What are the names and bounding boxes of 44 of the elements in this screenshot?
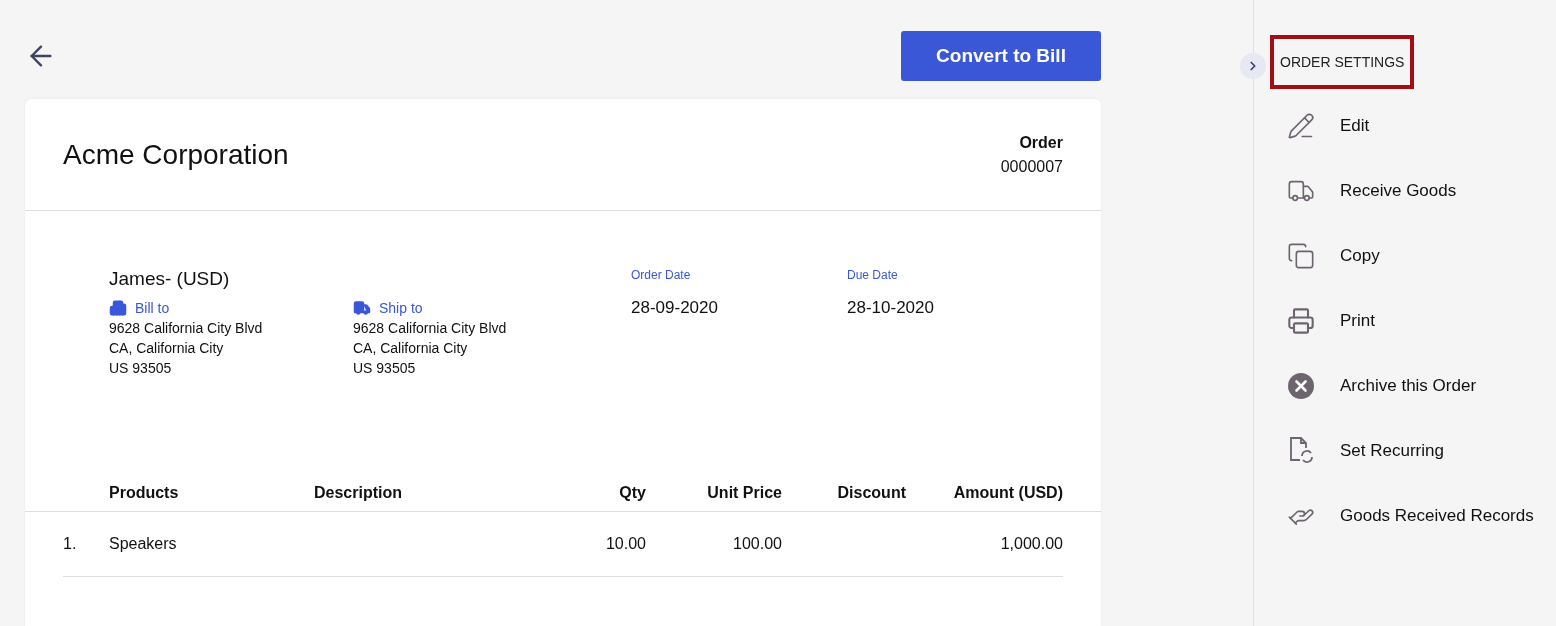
table-cell-text: 10.00 [604,535,646,553]
column-header: Discount [836,484,906,502]
menu-item[interactable]: Receive Goods [1270,158,1556,223]
customer-name: James- (USD) [109,268,231,290]
company-name: Acme Corporation [63,138,289,171]
truck-icon [353,299,371,317]
column-header: Description [314,484,403,502]
pencil-icon [1287,111,1315,140]
address-line: US 93505 [109,359,173,378]
document-type: Order [1019,133,1063,152]
address-label: Bill to [135,299,170,318]
address-line: US 93505 [353,359,417,378]
column-header: Products [109,484,180,502]
row-number: 1. [63,535,78,553]
address-label: Ship to [379,299,423,318]
menu-item[interactable]: Archive this Order [1270,353,1556,418]
address-line: CA, California City [353,339,469,358]
date-value: 28-09-2020 [631,298,719,318]
table-cell-text: Speakers [109,535,178,553]
table-cell-text: 1,000.00 [999,535,1063,553]
printer-icon [1287,306,1315,335]
date-label: Due Date [847,268,899,282]
address-line: 9628 California City Blvd [109,319,264,338]
column-header: Qty [618,484,646,502]
column-header: Amount (USD) [952,484,1063,502]
date-value: 28-10-2020 [847,298,935,318]
menu-item[interactable]: Copy [1270,223,1556,288]
building-icon [109,299,127,317]
table-cell-text: 100.00 [732,535,782,553]
column-header: Unit Price [706,484,782,502]
order-number: 0000007 [1000,157,1063,176]
menu-item[interactable]: Edit [1270,93,1556,158]
address-line: 9628 California City Blvd [353,319,508,338]
copy-icon [1287,241,1315,270]
menu-item[interactable]: Print [1270,288,1556,353]
sidebar-title: ORDER SETTINGS [1270,35,1415,89]
collapse-toggle[interactable] [1240,53,1266,79]
menu-item[interactable]: Goods Received Records [1270,483,1556,548]
menu-item[interactable]: Set Recurring [1270,418,1556,483]
date-label: Order Date [631,268,692,282]
convert-button[interactable]: Convert to Bill [901,31,1101,81]
file-refresh-icon [1288,435,1314,466]
address-line: CA, California City [109,339,225,358]
close-circle-icon [1288,372,1314,399]
